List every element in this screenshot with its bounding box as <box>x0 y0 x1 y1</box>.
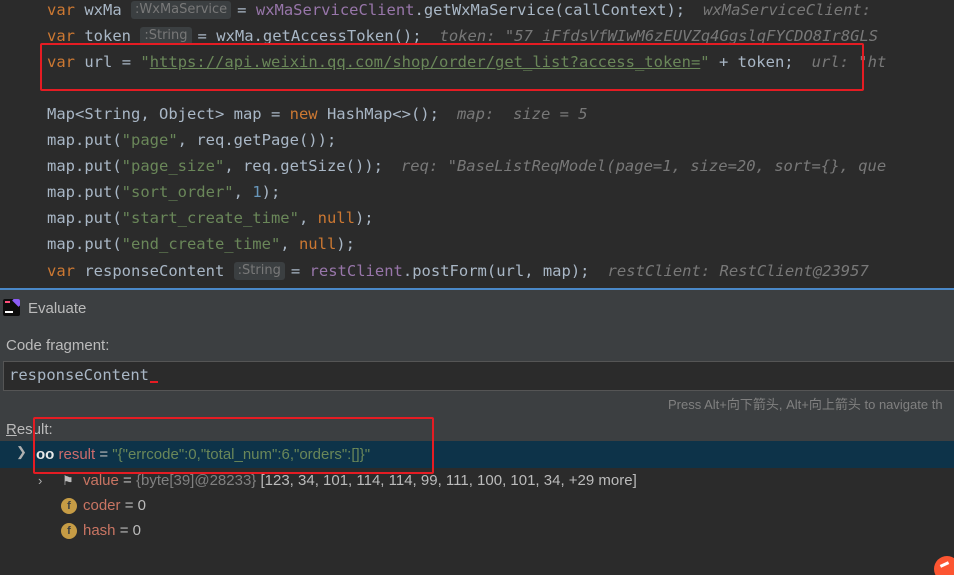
evaluate-title: Evaluate <box>28 300 87 317</box>
debug-inline-value: req: "BaseListReqModel(page=1, size=20, … <box>400 157 887 175</box>
tree-row-coder[interactable]: f coder = 0 <box>0 493 954 518</box>
code-line-put-page[interactable]: map.put("page", req.getPage()); <box>47 128 336 152</box>
code-line-put-page-size[interactable]: map.put("page_size", req.getSize()); req:… <box>47 154 886 178</box>
field-f-icon: f <box>61 523 77 539</box>
type-hint: :WxMaService <box>131 1 232 19</box>
code-fragment-label: Code fragment: <box>6 337 110 354</box>
code-fragment-input[interactable]: responseContent <box>3 361 954 391</box>
code-line-put-end-time[interactable]: map.put("end_create_time", null); <box>47 232 355 256</box>
navigation-hint: Press Alt+向下箭头, Alt+向上箭头 to navigate th <box>668 397 943 412</box>
code-line-map[interactable]: Map<String, Object> map = new HashMap<>(… <box>47 102 588 126</box>
field-f-icon: f <box>61 498 77 514</box>
debug-inline-value: restClient: RestClient@23957 <box>607 262 869 280</box>
chevron-down-icon[interactable]: ❯ <box>16 444 27 460</box>
highlight-box-result <box>33 417 434 474</box>
text-caret <box>149 381 158 383</box>
highlight-box-url <box>40 43 864 91</box>
evaluate-titlebar[interactable]: Evaluate <box>0 288 954 328</box>
csdn-logo-icon <box>934 556 954 575</box>
code-line-put-start-time[interactable]: map.put("start_create_time", null); <box>47 206 374 230</box>
evaluate-panel: Evaluate Code fragment: responseContent … <box>0 288 954 575</box>
debug-inline-value: map: size = 5 <box>456 105 588 123</box>
code-line-put-sort-order[interactable]: map.put("sort_order", 1); <box>47 180 280 204</box>
intellij-icon <box>3 299 20 316</box>
tree-row-hash[interactable]: f hash = 0 <box>0 518 954 543</box>
code-line-wxma[interactable]: var wxMa :WxMaService = wxMaServiceClient… <box>47 0 871 22</box>
debug-inline-value: wxMaServiceClient: <box>703 1 872 19</box>
code-editor[interactable]: var wxMa :WxMaService = wxMaServiceClient… <box>0 0 954 288</box>
type-hint: :String <box>233 262 285 280</box>
code-line-response[interactable]: var responseContent :String = restClient.… <box>47 259 869 283</box>
